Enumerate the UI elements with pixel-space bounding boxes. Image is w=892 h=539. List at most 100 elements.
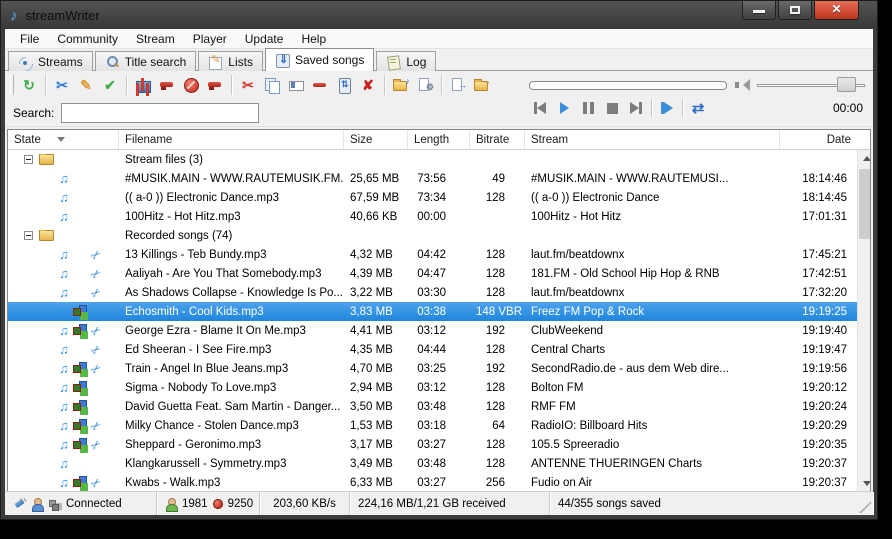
table-row[interactable]: ♫✂Kwabs - Walk.mp36,33 MB03:27256Fudio o… bbox=[8, 473, 857, 492]
search-input[interactable] bbox=[61, 103, 259, 123]
volume-thumb[interactable] bbox=[837, 77, 856, 92]
play-button[interactable] bbox=[555, 100, 573, 116]
column-header-size[interactable]: Size bbox=[344, 130, 408, 149]
resize-grip[interactable] bbox=[859, 501, 871, 513]
music-note-icon: ♫ bbox=[59, 324, 69, 337]
music-note-icon: ♫ bbox=[59, 191, 69, 204]
delete-icon[interactable]: ✘ bbox=[356, 73, 380, 97]
clients-count: 1981 bbox=[182, 498, 208, 510]
toolbar-gripper[interactable] bbox=[10, 75, 14, 95]
minimize-button[interactable] bbox=[742, 1, 776, 20]
file-settings-icon[interactable]: ⚙ bbox=[413, 73, 437, 97]
menu-item-file[interactable]: File bbox=[11, 30, 48, 48]
tab-saved-songs[interactable]: Saved songs bbox=[265, 48, 374, 71]
table-row[interactable]: ♫✂George Ezra - Blame It On Me.mp34,41 M… bbox=[8, 321, 857, 340]
scrollbar-thumb[interactable] bbox=[859, 169, 870, 239]
cell-stream: RMF FM bbox=[525, 401, 780, 413]
cell-size: 3,83 MB bbox=[344, 306, 408, 318]
cell-length: 73:56 bbox=[408, 173, 470, 185]
toolbar-separator bbox=[384, 75, 385, 95]
play-next-button[interactable] bbox=[658, 100, 676, 116]
tab-title-search[interactable]: Title search bbox=[95, 51, 197, 71]
table-row[interactable]: ♫Echosmith - Cool Kids.mp33,83 MB03:3814… bbox=[8, 302, 857, 321]
cell-filename: Ed Sheeran - I See Fire.mp3 bbox=[119, 344, 344, 356]
menu-item-community[interactable]: Community bbox=[48, 30, 127, 48]
blocked-icon[interactable] bbox=[179, 73, 203, 97]
group-row[interactable]: Stream files (3) bbox=[8, 150, 857, 169]
paper-icon bbox=[386, 55, 401, 69]
table-row[interactable]: ♫Sigma - Nobody To Love.mp32,94 MB03:121… bbox=[8, 378, 857, 397]
group-row[interactable]: Recorded songs (74) bbox=[8, 226, 857, 245]
shuffle-icon[interactable]: ⇄ bbox=[689, 100, 707, 116]
menu-bar: FileCommunityStreamPlayerUpdateHelp bbox=[5, 29, 873, 49]
vertical-scrollbar[interactable] bbox=[857, 150, 870, 492]
cell-length: 03:38 bbox=[408, 306, 470, 318]
ribbon-remove-icon[interactable] bbox=[155, 73, 179, 97]
scroll-up-icon[interactable] bbox=[858, 150, 870, 167]
table-row[interactable]: ♫✂Sheppard - Geronimo.mp33,17 MB03:27128… bbox=[8, 435, 857, 454]
table-row[interactable]: ♫✂Ed Sheeran - I See Fire.mp34,35 MB04:4… bbox=[8, 340, 857, 359]
blocks-icon bbox=[73, 381, 87, 394]
table-row[interactable]: ♫100Hitz - Hot Hitz.mp340,66 KB00:00100H… bbox=[8, 207, 857, 226]
table-row[interactable]: ♫David Guetta Feat. Sam Martin - Danger.… bbox=[8, 397, 857, 416]
apply-check-icon[interactable]: ✔ bbox=[98, 73, 122, 97]
table-row[interactable]: ♫✂Train - Angel In Blue Jeans.mp34,70 MB… bbox=[8, 359, 857, 378]
close-button[interactable]: ✕ bbox=[814, 1, 859, 20]
table-row[interactable]: ♫✂As Shadows Collapse - Knowledge Is Po.… bbox=[8, 283, 857, 302]
scroll-down-icon[interactable] bbox=[858, 475, 870, 492]
volume-slider[interactable] bbox=[757, 76, 865, 94]
menu-item-stream[interactable]: Stream bbox=[127, 30, 184, 48]
column-header-date[interactable]: Date bbox=[780, 130, 857, 149]
stop-button[interactable] bbox=[603, 100, 621, 116]
tab-lists[interactable]: Lists bbox=[198, 51, 263, 71]
cell-filename: Sigma - Nobody To Love.mp3 bbox=[119, 382, 344, 394]
cell-size: 4,35 MB bbox=[344, 344, 408, 356]
music-note-icon: ♫ bbox=[59, 172, 69, 185]
cut-icon: ✂ bbox=[88, 323, 103, 339]
cell-filename: Sheppard - Geronimo.mp3 bbox=[119, 439, 344, 451]
toolbar-separator bbox=[45, 75, 46, 95]
collapse-icon[interactable] bbox=[24, 155, 33, 164]
menu-item-help[interactable]: Help bbox=[292, 30, 335, 48]
seek-slider[interactable] bbox=[529, 81, 727, 90]
menu-item-player[interactable]: Player bbox=[184, 30, 236, 48]
cell-date: 19:20:35 bbox=[780, 439, 857, 451]
rename-icon[interactable] bbox=[284, 73, 308, 97]
edit-tag-icon[interactable]: ✎ bbox=[74, 73, 98, 97]
remove-icon[interactable] bbox=[308, 73, 332, 97]
next-button[interactable] bbox=[627, 100, 645, 116]
tab-log[interactable]: Log bbox=[376, 51, 436, 71]
copy-icon[interactable] bbox=[260, 73, 284, 97]
export-icon[interactable]: → bbox=[470, 73, 494, 97]
column-header-state[interactable]: State bbox=[8, 130, 119, 149]
table-row[interactable]: ♫#MUSIK.MAIN - WWW.RAUTEMUSIK.FM...25,65… bbox=[8, 169, 857, 188]
gift-icon[interactable] bbox=[131, 73, 155, 97]
table-row[interactable]: ♫(( a-0 )) Electronic Dance.mp367,59 MB7… bbox=[8, 188, 857, 207]
column-header-stream[interactable]: Stream bbox=[525, 130, 780, 149]
ribbon-icon[interactable] bbox=[203, 73, 227, 97]
menu-item-update[interactable]: Update bbox=[236, 30, 293, 48]
search-label: Search: bbox=[13, 106, 54, 120]
window-title: streamWriter bbox=[26, 8, 100, 23]
import-icon[interactable]: → bbox=[446, 73, 470, 97]
device-sync-icon[interactable] bbox=[332, 73, 356, 97]
refresh-icon[interactable]: ↻ bbox=[17, 73, 41, 97]
title-bar[interactable]: ♪ streamWriter ✕ bbox=[1, 1, 877, 29]
table-row[interactable]: ♫✂13 Killings - Teb Bundy.mp34,32 MB04:4… bbox=[8, 245, 857, 264]
column-header-length[interactable]: Length bbox=[408, 130, 470, 149]
collapse-icon[interactable] bbox=[24, 231, 33, 240]
column-header-bitrate[interactable]: Bitrate bbox=[470, 130, 525, 149]
table-row[interactable]: ♫✂Aaliyah - Are You That Somebody.mp34,3… bbox=[8, 264, 857, 283]
maximize-button[interactable] bbox=[778, 1, 812, 20]
cut-title-icon[interactable]: ✂ bbox=[50, 73, 74, 97]
table-row[interactable]: ♫Klangkarussell - Symmetry.mp33,49 MB03:… bbox=[8, 454, 857, 473]
tab-streams[interactable]: Streams bbox=[8, 51, 93, 71]
table-row[interactable]: ♫✂Milky Chance - Stolen Dance.mp31,53 MB… bbox=[8, 416, 857, 435]
cell-stream: laut.fm/beatdownx bbox=[525, 287, 780, 299]
cut-song-icon[interactable]: ✂ bbox=[236, 73, 260, 97]
pause-button[interactable] bbox=[579, 100, 597, 116]
column-header-filename[interactable]: Filename bbox=[119, 130, 344, 149]
previous-button[interactable] bbox=[531, 100, 549, 116]
cell-size: 4,32 MB bbox=[344, 249, 408, 261]
open-folder-music-icon[interactable]: ♪ bbox=[389, 73, 413, 97]
